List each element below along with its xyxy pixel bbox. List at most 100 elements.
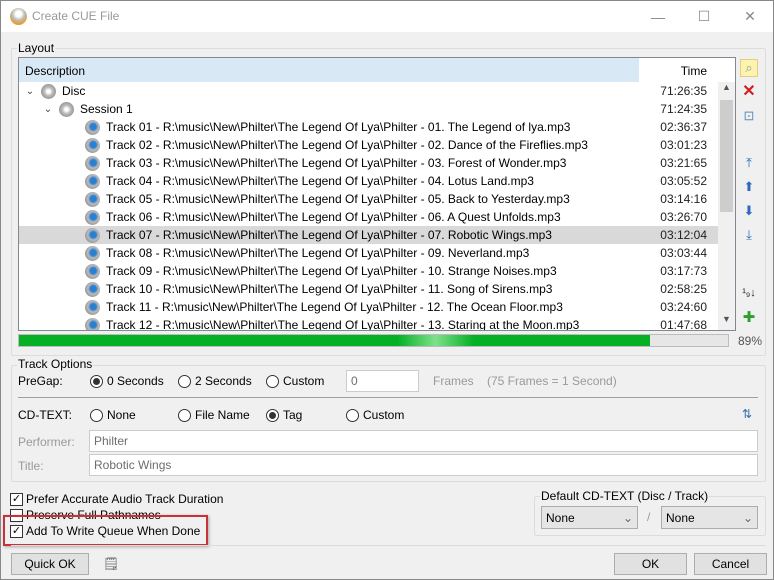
progress-fill	[19, 335, 650, 346]
pregap-label: PreGap:	[18, 374, 63, 388]
row-description: Track 09 - R:\music\New\Philter\The Lege…	[19, 263, 639, 279]
move-up-icon[interactable]: ⬆	[740, 178, 758, 196]
track-row[interactable]: Track 02 - R:\music\New\Philter\The Lege…	[19, 136, 719, 154]
row-description: ⌄ Session 1	[19, 101, 639, 117]
row-description: Track 03 - R:\music\New\Philter\The Lege…	[19, 155, 639, 171]
row-description: Track 01 - R:\music\New\Philter\The Lege…	[19, 119, 639, 135]
browse-icon[interactable]: ⌕	[740, 59, 758, 77]
session-row[interactable]: ⌄ Session 1 71:24:35	[19, 100, 719, 118]
layout-tree[interactable]: Description Time ⌄ Disc 71:26:35 ⌄ Session 1…	[18, 57, 736, 331]
default-cdtext-label: Default CD-TEXT (Disc / Track)	[540, 489, 710, 503]
track-row[interactable]: Track 01 - R:\music\New\Philter\The Lege…	[19, 118, 719, 136]
row-description: Track 10 - R:\music\New\Philter\The Lege…	[19, 281, 639, 297]
row-label: Track 11 - R:\music\New\Philter\The Lege…	[106, 300, 563, 314]
title-bar: Create CUE File — ☐ ✕	[1, 1, 773, 32]
layout-label: Layout	[17, 41, 56, 55]
track-row[interactable]: Track 08 - R:\music\New\Philter\The Lege…	[19, 244, 719, 262]
row-label: Track 03 - R:\music\New\Philter\The Lege…	[106, 156, 567, 170]
audio-track-icon	[85, 173, 100, 189]
tree-header: Description Time	[19, 58, 719, 82]
move-bottom-icon[interactable]: ⤓	[740, 226, 758, 244]
row-description: Track 04 - R:\music\New\Philter\The Lege…	[19, 173, 639, 189]
row-time: 03:26:70	[660, 210, 707, 224]
maximize-button[interactable]: ☐	[681, 1, 727, 32]
expand-chevron-icon[interactable]: ⌄	[41, 104, 55, 115]
row-label: Track 12 - R:\music\New\Philter\The Lege…	[106, 318, 580, 331]
prefer-accurate-duration-checkbox[interactable]: ✓ Prefer Accurate Audio Track Duration	[10, 492, 223, 506]
pregap-custom-radio[interactable]: Custom	[266, 374, 324, 388]
row-description: Track 07 - R:\music\New\Philter\The Lege…	[19, 227, 639, 243]
swap-icon[interactable]: ⇅	[738, 405, 756, 423]
track-row[interactable]: Track 04 - R:\music\New\Philter\The Lege…	[19, 172, 719, 190]
sort-icon[interactable]: ¹₉↓	[740, 284, 758, 302]
disc-icon	[59, 101, 74, 117]
scroll-down-icon[interactable]: ▼	[718, 314, 735, 330]
ok-button[interactable]: OK	[614, 553, 687, 575]
row-label: Track 04 - R:\music\New\Philter\The Lege…	[106, 174, 534, 188]
column-description[interactable]: Description	[19, 58, 639, 82]
radio-indicator	[90, 408, 103, 422]
delete-icon[interactable]: ✕	[740, 82, 758, 100]
cancel-button[interactable]: Cancel	[694, 553, 767, 575]
cdtext-filename-radio[interactable]: File Name	[178, 408, 250, 422]
audio-track-icon	[85, 263, 100, 279]
default-track-select[interactable]: None ⌄	[661, 506, 758, 529]
track-row[interactable]: Track 11 - R:\music\New\Philter\The Lege…	[19, 298, 719, 316]
row-time: 03:24:60	[660, 300, 707, 314]
track-row[interactable]: Track 06 - R:\music\New\Philter\The Lege…	[19, 208, 719, 226]
move-top-icon[interactable]: ⤒	[740, 154, 758, 172]
minimize-button[interactable]: —	[635, 1, 681, 32]
track-row[interactable]: Track 07 - R:\music\New\Philter\The Lege…	[19, 226, 719, 244]
audio-track-icon	[85, 191, 100, 207]
scroll-thumb[interactable]	[720, 100, 733, 212]
track-row[interactable]: Track 05 - R:\music\New\Philter\The Lege…	[19, 190, 719, 208]
row-description: Track 02 - R:\music\New\Philter\The Lege…	[19, 137, 639, 153]
notepad-icon[interactable]: 🗒	[102, 555, 120, 573]
track-row[interactable]: Track 09 - R:\music\New\Philter\The Lege…	[19, 262, 719, 280]
audio-track-icon	[85, 227, 100, 243]
vertical-scrollbar[interactable]: ▲ ▼	[718, 82, 735, 330]
row-time: 03:14:16	[660, 192, 707, 206]
expand-chevron-icon[interactable]: ⌄	[23, 86, 37, 97]
performer-label: Performer:	[18, 435, 75, 449]
pregap-2-seconds-radio[interactable]: 2 Seconds	[178, 374, 252, 388]
title-input[interactable]: Robotic Wings	[89, 454, 758, 476]
separator-slash: /	[647, 510, 651, 524]
radio-indicator	[346, 408, 359, 422]
pregap-frames-input[interactable]: 0	[346, 370, 419, 392]
disc-row[interactable]: ⌄ Disc 71:26:35	[19, 82, 719, 100]
recycle-icon[interactable]: ⊡	[740, 107, 758, 125]
audio-track-icon	[85, 155, 100, 171]
cdtext-label: CD-TEXT:	[18, 408, 72, 422]
cdtext-custom-radio[interactable]: Custom	[346, 408, 404, 422]
tree-rows: ⌄ Disc 71:26:35 ⌄ Session 1 71:24:35 Track 01 …	[19, 82, 719, 331]
row-label: Track 05 - R:\music\New\Philter\The Lege…	[106, 192, 570, 206]
pregap-0-seconds-radio[interactable]: 0 Seconds	[90, 374, 164, 388]
row-label: Track 08 - R:\music\New\Philter\The Lege…	[106, 246, 530, 260]
row-time: 02:58:25	[660, 282, 707, 296]
row-time: 03:01:23	[660, 138, 707, 152]
scroll-up-icon[interactable]: ▲	[718, 82, 735, 98]
row-description: Track 12 - R:\music\New\Philter\The Lege…	[19, 317, 639, 331]
frames-label: Frames	[433, 374, 474, 388]
add-icon[interactable]: ✚	[740, 308, 758, 326]
row-label: Session 1	[80, 102, 133, 116]
track-row[interactable]: Track 10 - R:\music\New\Philter\The Lege…	[19, 280, 719, 298]
performer-input[interactable]: Philter	[89, 430, 758, 452]
close-button[interactable]: ✕	[727, 1, 773, 32]
cdtext-tag-radio[interactable]: Tag	[266, 408, 302, 422]
quick-ok-button[interactable]: Quick OK	[11, 553, 89, 575]
cdtext-none-radio[interactable]: None	[90, 408, 136, 422]
track-row[interactable]: Track 12 - R:\music\New\Philter\The Lege…	[19, 316, 719, 331]
move-down-icon[interactable]: ⬇	[740, 202, 758, 220]
column-time[interactable]: Time	[639, 58, 719, 82]
progress-bar	[18, 334, 729, 347]
row-time: 71:24:35	[660, 102, 707, 116]
row-time: 03:05:52	[660, 174, 707, 188]
progress-percent: 89%	[738, 334, 763, 348]
radio-indicator	[178, 374, 191, 388]
create-cue-dialog: Create CUE File — ☐ ✕ Layout Description…	[0, 0, 774, 580]
track-row[interactable]: Track 03 - R:\music\New\Philter\The Lege…	[19, 154, 719, 172]
default-disc-select[interactable]: None ⌄	[541, 506, 638, 529]
audio-track-icon	[85, 119, 100, 135]
